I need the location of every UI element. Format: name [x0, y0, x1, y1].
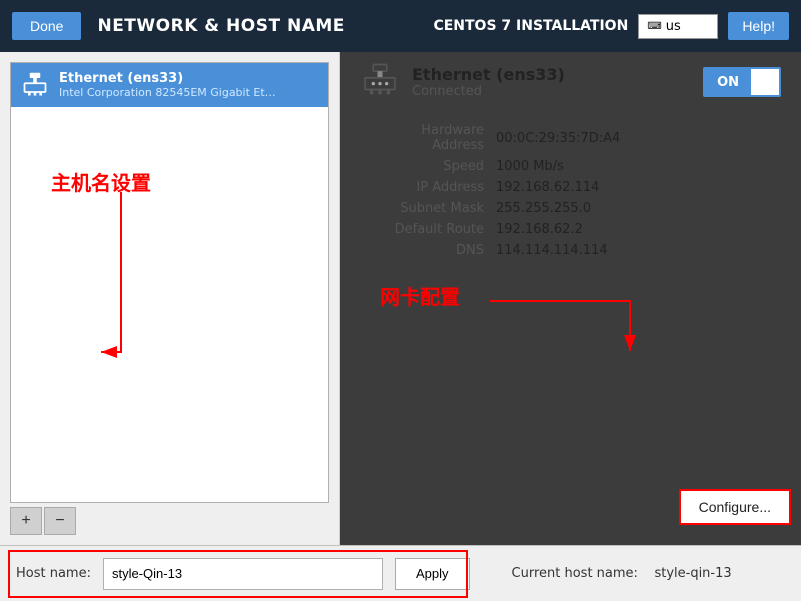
network-item[interactable]: Ethernet (ens33) Intel Corporation 82545… — [11, 63, 328, 107]
content-area: Ethernet (ens33) Intel Corporation 82545… — [0, 52, 801, 545]
hw-addr-label: Hardware Address — [360, 120, 490, 156]
right-panel: Ethernet (ens33) Connected ON Hardware A… — [340, 52, 801, 545]
apply-button[interactable]: Apply — [395, 558, 470, 590]
table-row: IP Address 192.168.62.114 — [360, 177, 781, 198]
default-route-value: 192.168.62.2 — [490, 219, 781, 240]
eth-header: Ethernet (ens33) Connected ON — [360, 62, 781, 106]
eth-header-icon — [360, 62, 400, 102]
help-button[interactable]: Help! — [728, 12, 789, 40]
left-annotation-area: 主机名设置 — [11, 107, 328, 387]
remove-network-button[interactable]: − — [44, 507, 76, 535]
done-button[interactable]: Done — [12, 12, 81, 40]
network-info-table: Hardware Address 00:0C:29:35:7D:A4 Speed… — [360, 120, 781, 261]
current-host-text: Current host name: style-qin-13 — [512, 566, 732, 581]
page-title: NETWORK & HOST NAME — [97, 16, 344, 36]
table-row: Subnet Mask 255.255.255.0 — [360, 198, 781, 219]
keyboard-icon: ⌨ — [647, 21, 661, 32]
network-item-text: Ethernet (ens33) Intel Corporation 82545… — [59, 71, 318, 99]
dns-label: DNS — [360, 240, 490, 261]
configure-button[interactable]: Configure... — [679, 489, 791, 525]
lang-value: us — [666, 19, 681, 34]
lang-selector[interactable]: ⌨ us — [638, 14, 718, 39]
centos-label: CENTOS 7 INSTALLATION — [433, 18, 628, 34]
subnet-value: 255.255.255.0 — [490, 198, 781, 219]
hw-addr-value: 00:0C:29:35:7D:A4 — [490, 120, 781, 156]
current-host-label: Current host name: — [512, 566, 638, 581]
subnet-label: Subnet Mask — [360, 198, 490, 219]
default-route-label: Default Route — [360, 219, 490, 240]
toggle-off-label — [751, 69, 779, 95]
add-network-button[interactable]: + — [10, 507, 42, 535]
on-off-toggle[interactable]: ON — [703, 67, 781, 97]
speed-label: Speed — [360, 156, 490, 177]
network-item-name: Ethernet (ens33) — [59, 71, 318, 86]
table-row: DNS 114.114.114.114 — [360, 240, 781, 261]
page-wrapper: Done NETWORK & HOST NAME CENTOS 7 INSTAL… — [0, 0, 801, 601]
network-card-annotation-text: 网卡配置 — [380, 281, 460, 310]
bottom-bar: Host name: Apply Current host name: styl… — [0, 545, 801, 601]
table-row: Speed 1000 Mb/s — [360, 156, 781, 177]
header-right: CENTOS 7 INSTALLATION ⌨ us Help! — [433, 12, 789, 40]
dns-value: 114.114.114.114 — [490, 240, 781, 261]
header-left: Done NETWORK & HOST NAME — [12, 12, 345, 40]
hostname-arrow — [71, 192, 191, 392]
current-host-value: style-qin-13 — [654, 566, 731, 581]
ip-label: IP Address — [360, 177, 490, 198]
header: Done NETWORK & HOST NAME CENTOS 7 INSTAL… — [0, 0, 801, 52]
network-list: Ethernet (ens33) Intel Corporation 82545… — [10, 62, 329, 503]
toggle-on-label: ON — [705, 69, 751, 95]
table-row: Hardware Address 00:0C:29:35:7D:A4 — [360, 120, 781, 156]
speed-value: 1000 Mb/s — [490, 156, 781, 177]
network-card-arrow — [480, 281, 680, 381]
table-row: Default Route 192.168.62.2 — [360, 219, 781, 240]
hostname-input[interactable] — [103, 558, 383, 590]
left-bottom-controls: + − — [10, 507, 329, 535]
eth-name: Ethernet (ens33) — [412, 65, 691, 84]
left-panel: Ethernet (ens33) Intel Corporation 82545… — [0, 52, 340, 545]
eth-status: Connected — [412, 84, 691, 99]
network-item-desc: Intel Corporation 82545EM Gigabit Ethern… — [59, 86, 279, 99]
host-name-label: Host name: — [16, 566, 91, 581]
network-card-annotation-area: 网卡配置 — [360, 261, 781, 381]
eth-info: Ethernet (ens33) Connected — [412, 65, 691, 99]
ip-value: 192.168.62.114 — [490, 177, 781, 198]
ethernet-icon — [21, 71, 49, 99]
